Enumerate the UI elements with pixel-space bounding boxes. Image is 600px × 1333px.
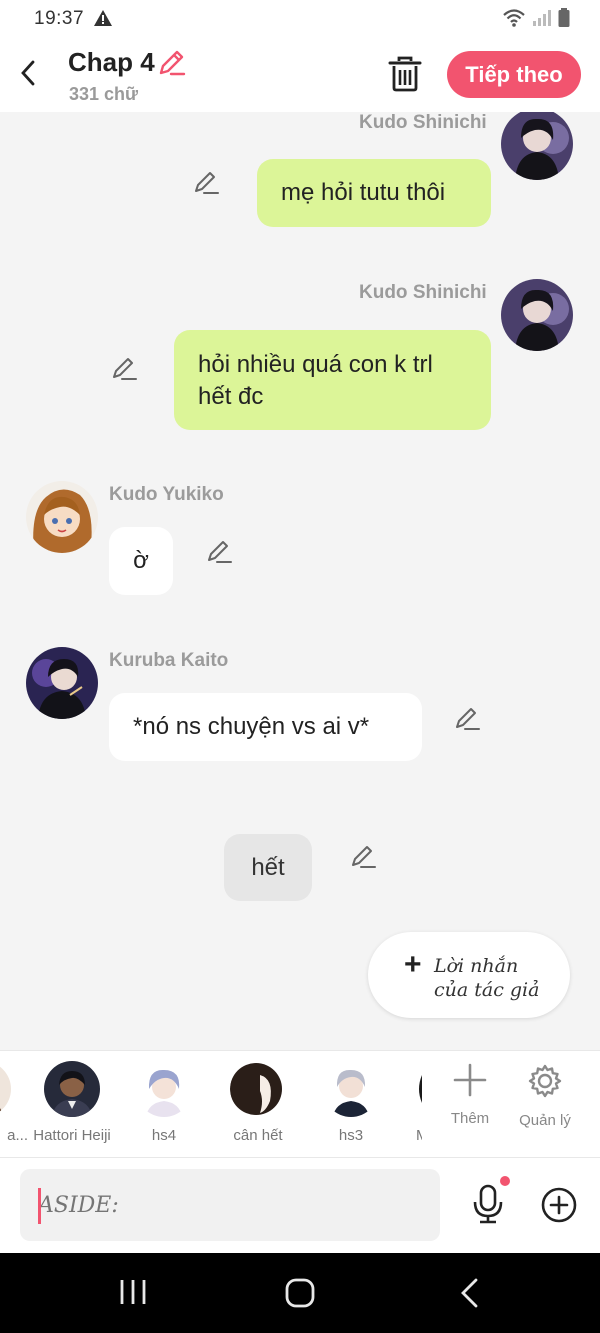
delete-button[interactable]: [388, 56, 422, 97]
character-avatar: [136, 1061, 192, 1117]
character-avatar: [323, 1061, 379, 1117]
plus-icon: [453, 1063, 487, 1097]
avatar-kudo-shinichi[interactable]: [501, 112, 573, 180]
character-name: M: [416, 1127, 422, 1144]
character-name: hs3: [338, 1127, 364, 1144]
chevron-left-icon: [21, 60, 35, 86]
recent-apps-button[interactable]: [118, 1277, 148, 1312]
author-note-button[interactable]: + Lời nhắn của tác giả: [368, 932, 570, 1018]
trash-icon: [388, 56, 422, 92]
character-avatar: [0, 1061, 11, 1117]
message-bubble[interactable]: *nó ns chuyện vs ai v*: [109, 693, 422, 761]
message-input-bar: [0, 1158, 600, 1253]
edit-message-button[interactable]: [205, 539, 233, 570]
pencil-icon: [352, 846, 376, 868]
character-item[interactable]: Hattori Heiji: [27, 1061, 117, 1144]
pencil-icon: [195, 172, 219, 194]
add-character-button[interactable]: Thêm: [435, 1063, 505, 1127]
word-count: 331 chữ: [69, 84, 139, 104]
edit-title-button[interactable]: [156, 48, 186, 83]
edit-message-button[interactable]: [349, 844, 377, 875]
speaker-name: Kudo Shinichi: [359, 282, 487, 303]
character-avatar: [416, 1061, 422, 1117]
nav-back-button[interactable]: [458, 1277, 480, 1314]
chat-area: Kudo Shinichi mẹ hỏi tutu thôi Kudo Shin…: [0, 112, 600, 1050]
author-note-label: Lời nhắn của tác giả: [434, 955, 540, 1001]
manage-characters-button[interactable]: Quản lý: [510, 1063, 580, 1129]
avatar-kuruba-kaito[interactable]: [26, 647, 98, 719]
speaker-name: Kuruba Kaito: [109, 650, 229, 671]
character-name: Hattori Heiji: [33, 1127, 111, 1144]
avatar-kudo-shinichi[interactable]: [501, 279, 573, 351]
character-name: a...: [7, 1127, 28, 1144]
message-bubble[interactable]: ờ: [109, 527, 173, 595]
narration-bubble[interactable]: hết: [224, 834, 312, 901]
status-time: 19:37: [34, 8, 85, 29]
edit-message-button[interactable]: [192, 170, 220, 201]
character-item[interactable]: cân hết: [213, 1061, 303, 1144]
next-button[interactable]: Tiếp theo: [447, 51, 581, 98]
speaker-name: Kudo Yukiko: [109, 484, 224, 505]
character-item[interactable]: M: [416, 1061, 422, 1144]
status-bar: 19:37: [0, 0, 600, 38]
back-button[interactable]: [14, 58, 42, 88]
edit-message-button[interactable]: [453, 706, 481, 737]
character-item[interactable]: a...: [0, 1061, 28, 1144]
edit-message-button[interactable]: [110, 356, 138, 387]
add-attachment-button[interactable]: [540, 1186, 578, 1229]
pencil-icon: [208, 541, 232, 563]
chapter-header: Chap 4 331 chữ Tiếp theo: [0, 38, 600, 112]
pencil-icon: [159, 50, 186, 76]
recording-dot: [500, 1176, 510, 1186]
signal-icon: [533, 10, 551, 26]
speaker-name: Kudo Shinichi: [359, 112, 487, 133]
recent-apps-icon: [120, 1280, 146, 1304]
wifi-icon: [503, 9, 525, 27]
battery-icon: [558, 8, 570, 27]
manage-characters-label: Quản lý: [519, 1112, 571, 1129]
message-input[interactable]: [20, 1169, 440, 1241]
message-bubble[interactable]: mẹ hỏi tutu thôi: [257, 159, 491, 227]
status-icons: [502, 8, 570, 28]
character-item[interactable]: hs4: [119, 1061, 209, 1144]
chapter-title: Chap 4: [68, 47, 155, 77]
text-caret: [38, 1188, 41, 1224]
microphone-button[interactable]: [470, 1184, 506, 1229]
warning-icon: [94, 10, 112, 31]
back-icon: [461, 1278, 478, 1308]
home-button[interactable]: [284, 1277, 316, 1314]
plus-circle-icon: [541, 1187, 577, 1223]
add-character-label: Thêm: [450, 1110, 490, 1127]
message-bubble[interactable]: hỏi nhiều quá con k trl hết đc: [174, 330, 491, 430]
microphone-icon: [473, 1184, 503, 1224]
character-avatar: [44, 1061, 100, 1117]
gear-icon: [528, 1064, 562, 1098]
character-name: cân hết: [233, 1127, 283, 1144]
pencil-icon: [113, 358, 137, 380]
pencil-icon: [456, 708, 480, 730]
character-item[interactable]: hs3: [306, 1061, 396, 1144]
plus-icon: +: [404, 948, 422, 981]
character-strip: a... Hattori Heiji hs4 cân hết hs3 M Thê…: [0, 1050, 600, 1158]
character-avatar: [230, 1061, 286, 1117]
avatar-kudo-yukiko[interactable]: [26, 481, 98, 553]
system-nav-bar: [0, 1253, 600, 1333]
character-name: hs4: [151, 1127, 177, 1144]
home-icon: [285, 1278, 315, 1308]
